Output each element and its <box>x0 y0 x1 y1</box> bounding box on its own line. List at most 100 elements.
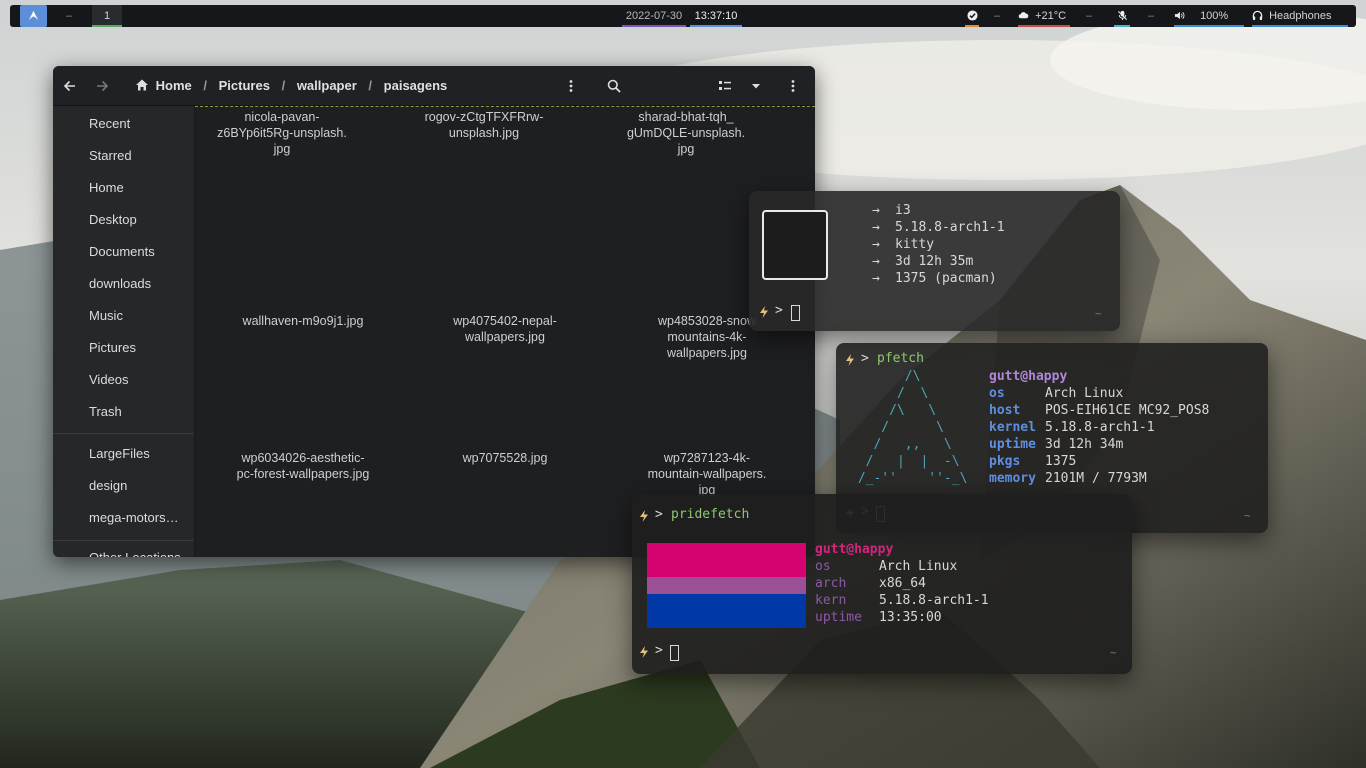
sidebar-item-documents[interactable]: Documents <box>53 238 194 266</box>
kebab-icon <box>569 80 573 92</box>
clock-widget[interactable]: 13:37:10 <box>690 5 742 27</box>
sidebar-item-label: design <box>89 478 128 493</box>
audio-underline <box>1252 25 1348 27</box>
breadcrumb-wallpaper[interactable]: wallpaper <box>297 78 357 93</box>
prompt-symbol: > <box>861 351 869 366</box>
file-label[interactable]: wp6034026-aesthetic-pc-forest-wallpapers… <box>218 450 388 482</box>
bolt-icon <box>640 646 648 658</box>
breadcrumb-paisagens[interactable]: paisagens <box>384 78 448 93</box>
pridefetch-key: kern <box>815 593 847 608</box>
volume-widget[interactable]: 100% <box>1174 5 1244 27</box>
pridefetch-value: 5.18.8-arch1-1 <box>879 593 989 608</box>
pridefetch-key: arch <box>815 576 847 591</box>
home-icon <box>65 181 79 195</box>
file-label-partial[interactable]: rogov-zCtgTFXFRrw-unsplash.jpg <box>399 109 569 141</box>
sidebar-item-recent[interactable]: Recent <box>53 110 194 138</box>
file-name-line: jpg <box>273 142 291 156</box>
file-grid: nicola-pavan-z6BYp6it5Rg-unsplash. jpg rog… <box>195 106 815 557</box>
music-icon <box>65 309 79 323</box>
file-name-line: rogov-zCtgTFXFRrw- <box>424 110 544 124</box>
file-name-line: wallhaven-m9o9j1.jpg <box>242 314 364 328</box>
path-menu-button[interactable] <box>569 75 583 97</box>
sidebar-bookmark-2[interactable]: mega-motors… <box>53 504 194 532</box>
file-name-line: wp7075528.jpg <box>462 451 548 465</box>
sidebar-item-label: Music <box>89 308 123 323</box>
bar-separator: – <box>1086 10 1093 22</box>
bolt-icon <box>640 510 648 522</box>
pfetch-value: 1375 <box>1045 454 1077 469</box>
sidebar-item-starred[interactable]: Starred <box>53 142 194 170</box>
file-name-line: nicola-pavan- <box>244 110 320 124</box>
ascii-logo-line: /_-'' ''-_\ <box>850 471 968 486</box>
prompt-symbol: > <box>655 507 663 522</box>
sidebar-item-music[interactable]: Music <box>53 302 194 330</box>
pfetch-key: os <box>989 386 1005 401</box>
sidebar-item-trash[interactable]: Trash <box>53 398 194 426</box>
video-icon <box>65 373 79 387</box>
pfetch-value: 2101M / 7793M <box>1045 471 1147 486</box>
file-name-line: pc-forest-wallpapers.jpg <box>236 467 370 481</box>
back-button[interactable] <box>63 75 85 97</box>
launcher-button[interactable] <box>20 5 47 27</box>
mic-widget[interactable] <box>1114 5 1130 27</box>
sidebar-bookmark-1[interactable]: design <box>53 472 194 500</box>
user-host: gutt@happy <box>815 542 894 557</box>
user-host: gutt@happy <box>989 369 1068 384</box>
file-label-partial[interactable]: sharad-bhat-tqh_ gUmDQLE-unsplash. jpg <box>601 109 771 157</box>
terminal-pridefetch-window[interactable]: > pridefetch gutt@happy os Arch Linux arch… <box>632 494 1132 674</box>
pridefetch-key: uptime <box>815 610 862 625</box>
file-label[interactable]: wp7075528.jpg <box>420 450 590 466</box>
file-name-line: mountains-4k- <box>667 330 747 344</box>
file-name-line: wallpapers.jpg <box>667 346 747 360</box>
bar-separator: – <box>66 10 73 22</box>
date-underline <box>622 25 686 27</box>
file-label[interactable]: wp7287123-4k-mountain-wallpapers. jpg <box>622 450 792 498</box>
forward-button[interactable] <box>95 75 117 97</box>
fetch-arrow: → <box>872 254 880 269</box>
date-widget[interactable]: 2022-07-30 <box>622 5 686 27</box>
terminal-cwd: ~ <box>1110 646 1117 659</box>
sidebar-item-pictures[interactable]: Pictures <box>53 334 194 362</box>
main-menu-button[interactable] <box>791 75 801 97</box>
update-status-widget[interactable] <box>965 5 979 27</box>
sidebar-item-desktop[interactable]: Desktop <box>53 206 194 234</box>
breadcrumb-pictures[interactable]: Pictures <box>219 78 270 93</box>
sort-dropdown-button[interactable] <box>750 75 764 97</box>
arch-logo-icon <box>28 10 39 21</box>
file-name-line: wallpapers.jpg <box>465 330 545 344</box>
sidebar-bookmark-0[interactable]: LargeFiles <box>53 440 194 468</box>
pfetch-value: 3d 12h 34m <box>1045 437 1124 452</box>
breadcrumb-home-label: Home <box>155 78 192 93</box>
top-bar: – 1 2022-07-30 13:37:10 – +21°C – – 100%… <box>10 5 1356 27</box>
pfetch-key: uptime <box>989 437 1036 452</box>
file-name-line: mountain-wallpapers. <box>647 467 767 481</box>
pfetch-value: POS-EIH61CE MC92_POS8 <box>1045 403 1210 418</box>
sidebar-item-home[interactable]: Home <box>53 174 194 202</box>
sidebar-item-other-locations[interactable]: Other Locations <box>53 544 194 557</box>
breadcrumb-home[interactable]: Home <box>135 78 195 93</box>
pfetch-value: Arch Linux <box>1045 386 1124 401</box>
pfetch-key: host <box>989 403 1021 418</box>
file-label[interactable]: wp4075402-nepal-wallpapers.jpg <box>420 313 590 345</box>
workspace-1-button[interactable]: 1 <box>92 5 122 27</box>
sidebar-item-downloads[interactable]: downloads <box>53 270 194 298</box>
flag-stripe-blue <box>647 594 806 628</box>
mic-muted-icon <box>1117 10 1127 21</box>
bolt-icon <box>846 354 854 366</box>
bolt-icon <box>760 306 768 318</box>
flag-stripe-pink <box>647 543 806 577</box>
flag-stripe-purple <box>647 577 806 594</box>
file-label-partial[interactable]: nicola-pavan-z6BYp6it5Rg-unsplash. jpg <box>197 109 367 157</box>
file-label[interactable]: wallhaven-m9o9j1.jpg <box>218 313 388 329</box>
sidebar-item-label: Starred <box>89 148 132 163</box>
pride-flag <box>647 543 806 628</box>
sidebar-item-videos[interactable]: Videos <box>53 366 194 394</box>
weather-widget[interactable]: +21°C <box>1018 5 1070 27</box>
file-name-line: wp7287123-4k- <box>663 451 751 465</box>
search-icon <box>607 79 621 93</box>
audio-device-widget[interactable]: Headphones <box>1252 5 1348 27</box>
terminal-fetch-window[interactable]: → i3 → 5.18.8-arch1-1 → kitty → 3d 12h 35m → 1375… <box>749 191 1120 331</box>
fetch-value: kitty <box>895 237 935 252</box>
search-button[interactable] <box>607 75 625 97</box>
view-toggle-button[interactable] <box>718 75 734 97</box>
